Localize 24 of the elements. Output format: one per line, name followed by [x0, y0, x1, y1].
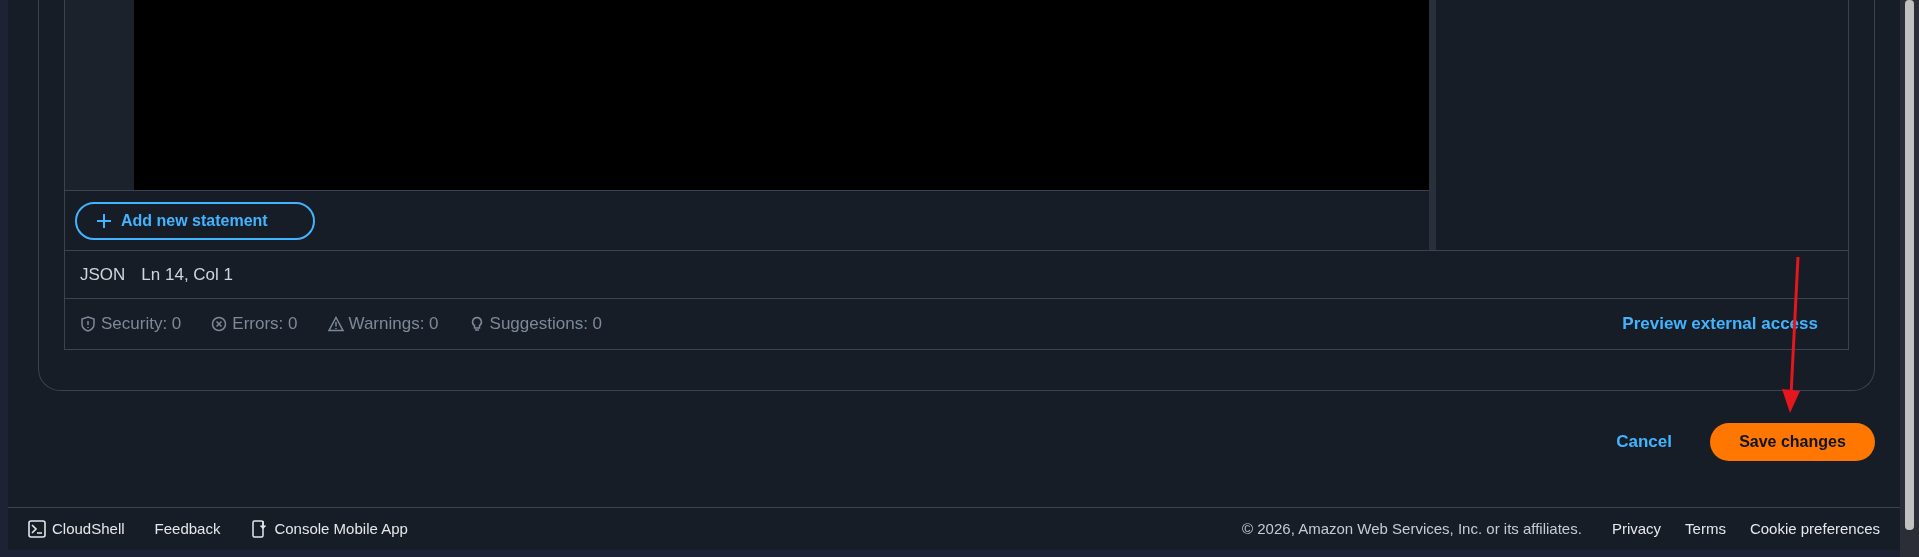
copyright-text: © 2026, Amazon Web Services, Inc. or its affiliates.: [1242, 518, 1582, 539]
plus-icon: [97, 213, 111, 228]
scrollbar-thumb[interactable]: [1905, 0, 1914, 530]
cursor-position: Ln 14, Col 1: [141, 263, 234, 286]
add-statement-button[interactable]: Add new statement: [75, 201, 315, 240]
terminal-icon: [28, 520, 46, 538]
footer-link[interactable]: Terms: [1685, 517, 1726, 541]
footer-link[interactable]: Console Mobile App: [274, 517, 408, 541]
shield-icon: [80, 316, 96, 332]
cancel-link[interactable]: Cancel: [1616, 428, 1672, 455]
issue-count: Warnings: 0: [348, 313, 439, 336]
footer-link[interactable]: Feedback: [154, 517, 221, 541]
issue-count: Security: 0: [101, 313, 182, 336]
warning-icon: [327, 316, 344, 332]
error-icon: [211, 316, 228, 332]
footer-link[interactable]: CloudShell: [52, 517, 125, 541]
mobile-phone-icon: [250, 520, 269, 538]
save-changes-button[interactable]: Save changes: [1710, 422, 1875, 461]
issue-count: Errors: 0: [232, 313, 298, 336]
footer-link[interactable]: Privacy: [1611, 517, 1662, 541]
footer-link[interactable]: Cookie preferences: [1749, 517, 1880, 541]
language-mode: JSON: [80, 263, 126, 286]
code-editor[interactable]: [134, 0, 1429, 190]
issue-count: Suggestions: 0: [489, 313, 603, 336]
